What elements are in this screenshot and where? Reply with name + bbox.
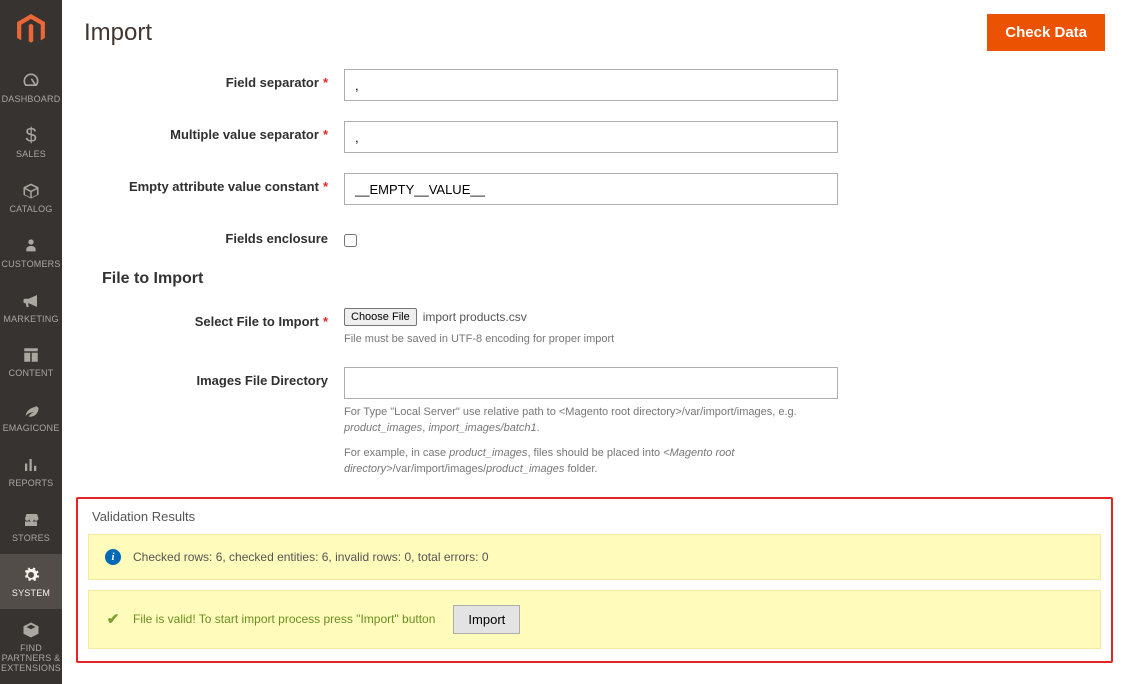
catalog-icon xyxy=(22,180,40,202)
validation-results-title: Validation Results xyxy=(88,509,1101,524)
main-content: Import Check Data Field separator* Multi… xyxy=(62,0,1127,684)
required-marker: * xyxy=(323,127,328,142)
validation-results-panel: Validation Results i Checked rows: 6, ch… xyxy=(76,497,1113,663)
images-dir-input[interactable] xyxy=(344,367,838,399)
dashboard-icon xyxy=(21,70,41,92)
sidebar-label: CONTENT xyxy=(9,369,54,379)
validation-info-text: Checked rows: 6, checked entities: 6, in… xyxy=(133,550,489,564)
gear-icon xyxy=(22,564,40,586)
file-encoding-note: File must be saved in UTF-8 encoding for… xyxy=(344,332,838,347)
sidebar-label: EMAGICONE xyxy=(3,424,60,434)
validation-success-text: File is valid! To start import process p… xyxy=(133,612,435,626)
admin-sidebar: DASHBOARD $ SALES CATALOG CUSTOMERS MARK… xyxy=(0,0,62,684)
partners-icon xyxy=(22,619,40,641)
sidebar-item-stores[interactable]: STORES xyxy=(0,499,62,554)
images-dir-label: Images File Directory xyxy=(84,367,344,388)
megaphone-icon xyxy=(22,290,40,312)
field-separator-input[interactable] xyxy=(344,69,838,101)
sidebar-label: CUSTOMERS xyxy=(1,260,60,270)
required-marker: * xyxy=(323,314,328,329)
sidebar-item-sales[interactable]: $ SALES xyxy=(0,115,62,170)
content-icon xyxy=(22,344,40,366)
images-dir-note-2: For example, in case product_images, fil… xyxy=(344,446,838,477)
validation-success-message: ✔ File is valid! To start import process… xyxy=(88,590,1101,649)
dollar-icon: $ xyxy=(25,125,36,147)
fields-enclosure-row: Fields enclosure xyxy=(84,225,1105,250)
empty-attribute-row: Empty attribute value constant* xyxy=(84,173,1105,205)
sidebar-item-catalog[interactable]: CATALOG xyxy=(0,170,62,225)
customer-icon xyxy=(23,235,39,257)
fields-enclosure-checkbox[interactable] xyxy=(344,234,357,247)
sidebar-item-reports[interactable]: REPORTS xyxy=(0,444,62,499)
sidebar-label: FIND PARTNERS & EXTENSIONS xyxy=(1,644,61,674)
empty-attribute-input[interactable] xyxy=(344,173,838,205)
fields-enclosure-label: Fields enclosure xyxy=(84,225,344,246)
multiple-value-separator-row: Multiple value separator* xyxy=(84,121,1105,153)
images-dir-row: Images File Directory For Type "Local Se… xyxy=(84,367,1105,477)
magento-logo[interactable] xyxy=(0,0,62,60)
sidebar-item-dashboard[interactable]: DASHBOARD xyxy=(0,60,62,115)
selected-filename: import products.csv xyxy=(423,310,527,324)
sidebar-label: SALES xyxy=(16,150,46,160)
info-icon: i xyxy=(105,549,121,565)
multiple-value-separator-label: Multiple value separator* xyxy=(84,121,344,142)
check-icon: ✔ xyxy=(105,610,121,628)
import-button[interactable]: Import xyxy=(453,605,520,634)
reports-icon xyxy=(22,454,40,476)
sidebar-label: REPORTS xyxy=(9,479,54,489)
empty-attribute-label: Empty attribute value constant* xyxy=(84,173,344,194)
magento-logo-icon xyxy=(17,14,45,46)
check-data-button[interactable]: Check Data xyxy=(987,14,1105,51)
sidebar-item-marketing[interactable]: MARKETING xyxy=(0,280,62,335)
select-file-row: Select File to Import* Choose File impor… xyxy=(84,308,1105,347)
sidebar-item-customers[interactable]: CUSTOMERS xyxy=(0,225,62,280)
select-file-label: Select File to Import* xyxy=(84,308,344,329)
field-separator-label: Field separator* xyxy=(84,69,344,90)
sidebar-item-emagicone[interactable]: EMAGICONE xyxy=(0,389,62,444)
sidebar-item-content[interactable]: CONTENT xyxy=(0,334,62,389)
sidebar-label: STORES xyxy=(12,534,50,544)
stores-icon xyxy=(22,509,40,531)
validation-info-message: i Checked rows: 6, checked entities: 6, … xyxy=(88,534,1101,580)
sidebar-label: SYSTEM xyxy=(12,589,50,599)
sidebar-label: MARKETING xyxy=(3,315,58,325)
field-separator-row: Field separator* xyxy=(84,69,1105,101)
multiple-value-separator-input[interactable] xyxy=(344,121,838,153)
sidebar-item-partners[interactable]: FIND PARTNERS & EXTENSIONS xyxy=(0,609,62,684)
required-marker: * xyxy=(323,179,328,194)
import-form: Field separator* Multiple value separato… xyxy=(62,69,1127,477)
file-to-import-heading: File to Import xyxy=(102,270,1105,288)
sidebar-label: DASHBOARD xyxy=(2,95,61,105)
images-dir-note-1: For Type "Local Server" use relative pat… xyxy=(344,405,838,436)
sidebar-item-system[interactable]: SYSTEM xyxy=(0,554,62,609)
leaf-icon xyxy=(22,399,40,421)
choose-file-button[interactable]: Choose File xyxy=(344,308,417,326)
sidebar-label: CATALOG xyxy=(9,205,52,215)
page-title: Import xyxy=(84,19,152,47)
page-header: Import Check Data xyxy=(62,0,1127,69)
required-marker: * xyxy=(323,75,328,90)
